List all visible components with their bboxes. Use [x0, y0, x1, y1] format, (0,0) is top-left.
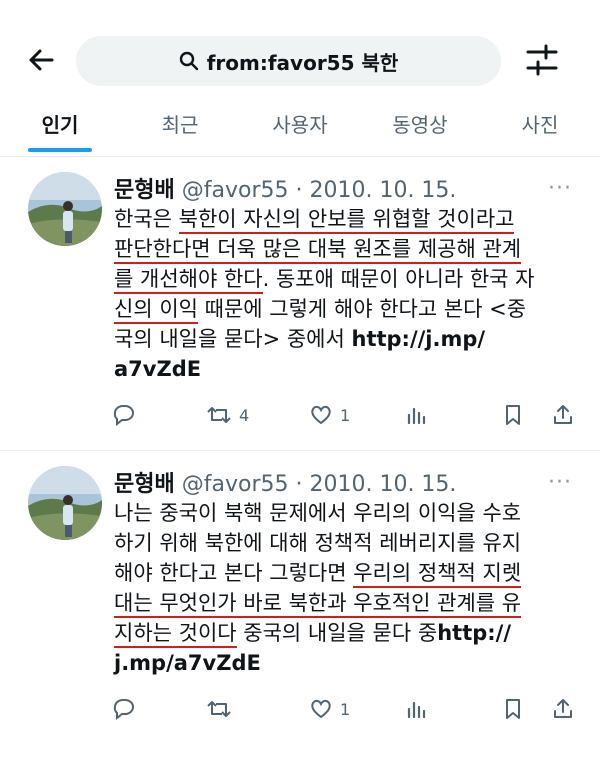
heart-icon: [311, 405, 331, 425]
retweet-button[interactable]: [205, 694, 239, 724]
filter-settings-icon[interactable]: [522, 42, 562, 78]
bookmark-icon: [506, 405, 520, 425]
tab-photos[interactable]: 사진: [480, 100, 600, 156]
reply-icon: [113, 699, 134, 721]
post-link[interactable]: a7vZdE: [114, 357, 201, 381]
share-icon: [554, 405, 572, 424]
tab-popular[interactable]: 인기: [0, 100, 120, 156]
author-name[interactable]: 문형배: [114, 178, 175, 203]
analytics-icon: [407, 701, 426, 719]
retweet-icon: [207, 407, 231, 423]
more-options-icon[interactable]: ···: [548, 470, 572, 495]
analytics-icon: [407, 407, 426, 425]
top-bar: from:favor55 북한: [0, 0, 600, 100]
share-button[interactable]: [550, 694, 576, 724]
tab-videos[interactable]: 동영상: [360, 100, 480, 156]
views-button[interactable]: [404, 694, 430, 724]
like-count: 1: [340, 699, 351, 719]
bookmark-button[interactable]: [500, 400, 526, 430]
post-link[interactable]: j.mp/a7vZdE: [114, 651, 261, 675]
reply-button[interactable]: [110, 694, 136, 724]
post[interactable]: 문형배 @favor55 · 2010. 10. 15. ··· 나는 중국이 …: [0, 452, 600, 752]
bookmark-button[interactable]: [500, 694, 526, 724]
post-text: 한국은 북한이 자신의 안보를 위협할 것이라고 판단한다면 더욱 많은 대북 …: [114, 207, 535, 381]
reply-button[interactable]: [110, 400, 136, 430]
post[interactable]: 문형배 @favor55 · 2010. 10. 15. ··· 한국은 북한이…: [0, 158, 600, 450]
author-name[interactable]: 문형배: [114, 472, 175, 497]
tab-people[interactable]: 사용자: [240, 100, 360, 156]
search-icon: [179, 51, 198, 71]
search-input[interactable]: from:favor55 북한: [76, 36, 501, 86]
retweet-icon: [207, 701, 231, 717]
views-button[interactable]: [404, 400, 430, 430]
post-date[interactable]: 2010. 10. 15.: [309, 178, 456, 203]
more-options-icon[interactable]: ···: [548, 176, 572, 201]
avatar[interactable]: [28, 466, 102, 540]
post-header: 문형배 @favor55 · 2010. 10. 15.: [114, 178, 457, 203]
divider: [0, 450, 600, 451]
heart-icon: [311, 699, 331, 719]
author-handle[interactable]: @favor55: [182, 178, 289, 203]
post-text: 나는 중국이 북핵 문제에서 우리의 이익을 수호 하기 위해 북한에 대해 정…: [114, 501, 522, 675]
tab-latest[interactable]: 최근: [120, 100, 240, 156]
post-link[interactable]: http://: [437, 621, 511, 645]
retweet-button[interactable]: 4: [205, 400, 249, 430]
avatar[interactable]: [28, 172, 102, 246]
like-button[interactable]: 1: [308, 694, 350, 724]
divider: [0, 156, 600, 157]
back-arrow-icon[interactable]: [22, 40, 66, 80]
post-header: 문형배 @favor55 · 2010. 10. 15.: [114, 472, 457, 497]
like-count: 1: [340, 405, 351, 425]
action-bar: 4 1: [110, 400, 580, 430]
post-link[interactable]: http://j.mp/: [352, 327, 486, 351]
retweet-count: 4: [239, 405, 250, 425]
post-date[interactable]: 2010. 10. 15.: [309, 472, 456, 497]
action-bar: 1: [110, 694, 580, 724]
active-tab-indicator: [28, 148, 92, 152]
share-icon: [554, 699, 572, 718]
share-button[interactable]: [550, 400, 576, 430]
tab-bar: 인기 최근 사용자 동영상 사진: [0, 100, 600, 156]
search-query: from:favor55 북한: [206, 50, 399, 75]
like-button[interactable]: 1: [308, 400, 350, 430]
author-handle[interactable]: @favor55: [182, 472, 289, 497]
reply-icon: [113, 405, 134, 427]
bookmark-icon: [506, 699, 520, 719]
